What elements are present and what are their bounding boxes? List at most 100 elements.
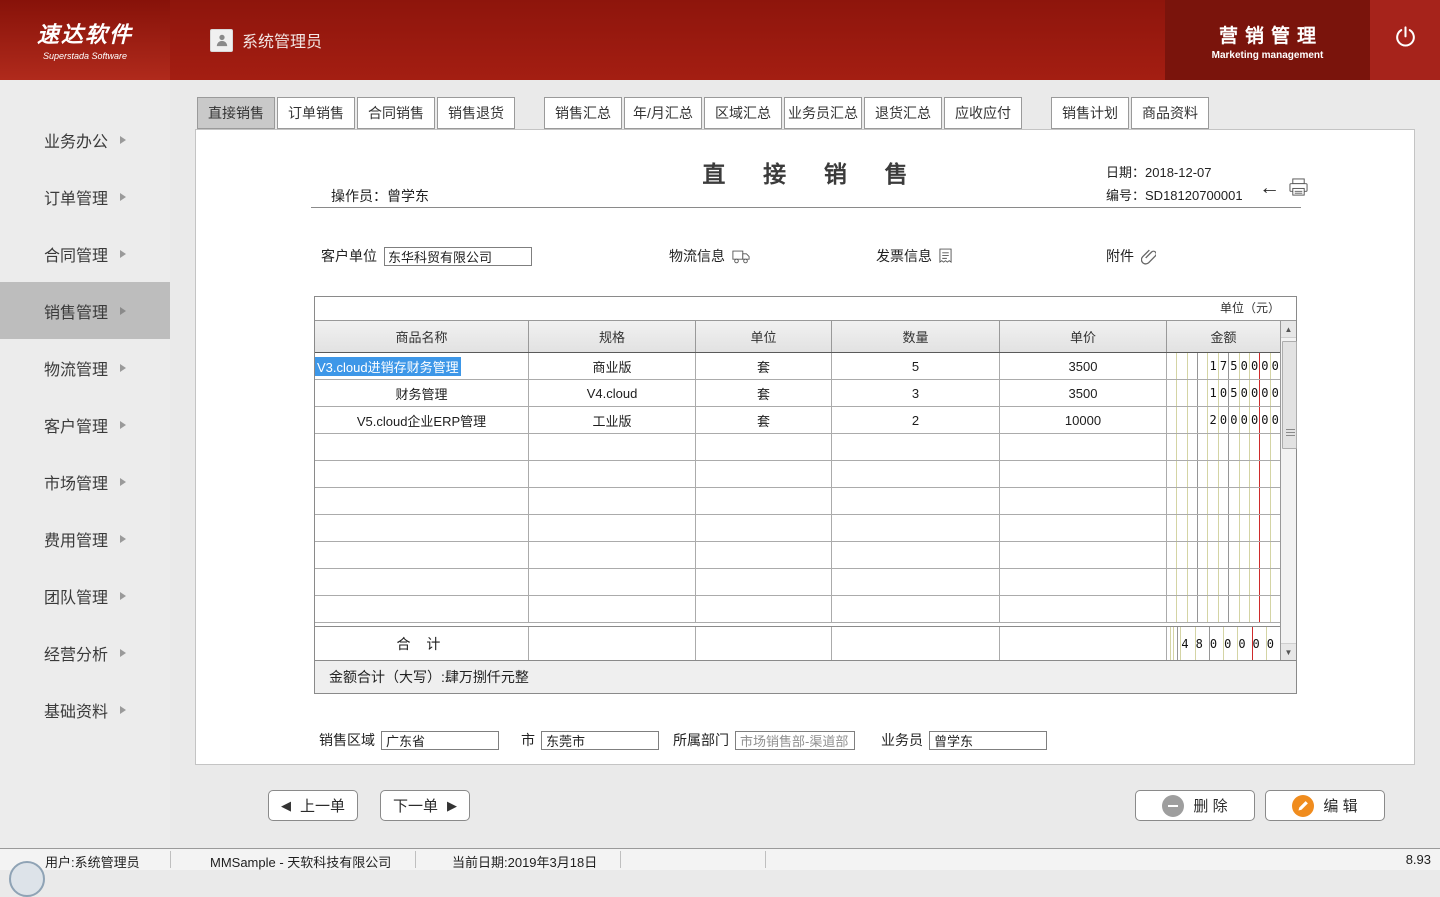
table-row[interactable] — [315, 488, 1280, 515]
tab-5[interactable]: 销售汇总 — [544, 97, 622, 129]
cell-规格[interactable]: V4.cloud — [529, 380, 696, 406]
table-row[interactable] — [315, 461, 1280, 488]
cell-数量[interactable] — [832, 434, 1000, 460]
tab-7[interactable]: 区域汇总 — [704, 97, 782, 129]
cell-单价[interactable] — [1000, 542, 1167, 568]
tab-3[interactable]: 合同销售 — [357, 97, 435, 129]
cell-规格[interactable] — [529, 596, 696, 622]
cell-单价[interactable] — [1000, 515, 1167, 541]
cell-单价[interactable] — [1000, 434, 1167, 460]
cell-单位[interactable]: 套 — [696, 407, 832, 433]
next-order-button[interactable]: 下一单 ▶ — [380, 790, 470, 821]
cell-单位[interactable] — [696, 596, 832, 622]
sidebar-item-7[interactable]: 市场管理 — [0, 453, 170, 510]
cell-规格[interactable]: 工业版 — [529, 407, 696, 433]
tab-9[interactable]: 退货汇总 — [864, 97, 942, 129]
sidebar-item-10[interactable]: 经营分析 — [0, 624, 170, 681]
cell-金额[interactable]: 1750000 — [1167, 353, 1280, 379]
table-row[interactable] — [315, 569, 1280, 596]
cell-单位[interactable] — [696, 488, 832, 514]
cell-单价[interactable]: 3500 — [1000, 380, 1167, 406]
sidebar-item-2[interactable]: 订单管理 — [0, 168, 170, 225]
cell-规格[interactable] — [529, 461, 696, 487]
region-input[interactable] — [381, 731, 499, 750]
cell-规格[interactable] — [529, 488, 696, 514]
cell-商品名称[interactable]: V3.cloud进销存财务管理 — [315, 353, 529, 379]
current-user[interactable]: 系统管理员 — [210, 28, 322, 52]
cell-数量[interactable] — [832, 488, 1000, 514]
cell-单位[interactable]: 套 — [696, 380, 832, 406]
cell-商品名称[interactable]: V5.cloud企业ERP管理 — [315, 407, 529, 433]
cell-商品名称[interactable] — [315, 515, 529, 541]
sidebar-item-1[interactable]: 业务办公 — [0, 111, 170, 168]
cell-单位[interactable] — [696, 542, 832, 568]
cell-金额[interactable] — [1167, 461, 1280, 487]
scroll-down-button[interactable]: ▼ — [1281, 643, 1296, 660]
sidebar-item-11[interactable]: 基础资料 — [0, 681, 170, 738]
cell-数量[interactable]: 5 — [832, 353, 1000, 379]
delete-button[interactable]: 删 除 — [1135, 790, 1255, 821]
cell-商品名称[interactable] — [315, 461, 529, 487]
department-input[interactable] — [735, 731, 855, 750]
scrollbar-thumb[interactable] — [1282, 341, 1297, 449]
table-row[interactable] — [315, 542, 1280, 569]
cell-单价[interactable] — [1000, 596, 1167, 622]
cell-规格[interactable] — [529, 515, 696, 541]
table-row[interactable]: V3.cloud进销存财务管理商业版套535001750000 — [315, 353, 1280, 380]
sidebar-item-5[interactable]: 物流管理 — [0, 339, 170, 396]
cell-单价[interactable] — [1000, 461, 1167, 487]
logout-button[interactable] — [1370, 0, 1440, 80]
cell-金额[interactable] — [1167, 488, 1280, 514]
cell-数量[interactable] — [832, 596, 1000, 622]
cell-商品名称[interactable] — [315, 569, 529, 595]
tab-1[interactable]: 直接销售 — [197, 97, 275, 129]
scroll-up-button[interactable]: ▲ — [1281, 321, 1296, 338]
cell-商品名称[interactable] — [315, 596, 529, 622]
sidebar-item-3[interactable]: 合同管理 — [0, 225, 170, 282]
table-row[interactable] — [315, 596, 1280, 623]
cell-单位[interactable] — [696, 434, 832, 460]
table-scrollbar[interactable]: ▲ ▼ — [1280, 321, 1296, 660]
cell-数量[interactable] — [832, 515, 1000, 541]
cell-商品名称[interactable] — [315, 542, 529, 568]
cell-金额[interactable] — [1167, 596, 1280, 622]
cell-单位[interactable]: 套 — [696, 353, 832, 379]
sidebar-item-6[interactable]: 客户管理 — [0, 396, 170, 453]
cell-数量[interactable]: 3 — [832, 380, 1000, 406]
cell-单价[interactable] — [1000, 488, 1167, 514]
back-arrow-icon[interactable]: ← — [1259, 179, 1280, 197]
customer-input[interactable] — [384, 247, 532, 266]
sidebar-item-4[interactable]: 销售管理 — [0, 282, 170, 339]
cell-商品名称[interactable]: 财务管理 — [315, 380, 529, 406]
tab-12[interactable]: 商品资料 — [1131, 97, 1209, 129]
table-row[interactable]: V5.cloud企业ERP管理工业版套2100002000000 — [315, 407, 1280, 434]
cell-单位[interactable] — [696, 461, 832, 487]
invoice-doc-icon[interactable] — [939, 248, 952, 265]
logistics-truck-icon[interactable] — [732, 249, 750, 264]
cell-数量[interactable] — [832, 542, 1000, 568]
cell-单价[interactable] — [1000, 569, 1167, 595]
cell-数量[interactable]: 2 — [832, 407, 1000, 433]
print-icon[interactable] — [1288, 178, 1309, 197]
paperclip-icon[interactable] — [1141, 248, 1156, 265]
table-row[interactable] — [315, 515, 1280, 542]
tab-2[interactable]: 订单销售 — [277, 97, 355, 129]
cell-规格[interactable] — [529, 569, 696, 595]
cell-规格[interactable]: 商业版 — [529, 353, 696, 379]
cell-金额[interactable] — [1167, 434, 1280, 460]
cell-数量[interactable] — [832, 461, 1000, 487]
tab-4[interactable]: 销售退货 — [437, 97, 515, 129]
tab-10[interactable]: 应收应付 — [944, 97, 1022, 129]
tab-11[interactable]: 销售计划 — [1051, 97, 1129, 129]
cell-金额[interactable]: 1050000 — [1167, 380, 1280, 406]
cell-规格[interactable] — [529, 434, 696, 460]
salesman-input[interactable] — [929, 731, 1047, 750]
city-input[interactable] — [541, 731, 659, 750]
tab-8[interactable]: 业务员汇总 — [784, 97, 862, 129]
table-row[interactable] — [315, 434, 1280, 461]
cell-单位[interactable] — [696, 569, 832, 595]
cell-单价[interactable]: 3500 — [1000, 353, 1167, 379]
tab-6[interactable]: 年/月汇总 — [624, 97, 702, 129]
cell-单价[interactable]: 10000 — [1000, 407, 1167, 433]
cell-商品名称[interactable] — [315, 434, 529, 460]
